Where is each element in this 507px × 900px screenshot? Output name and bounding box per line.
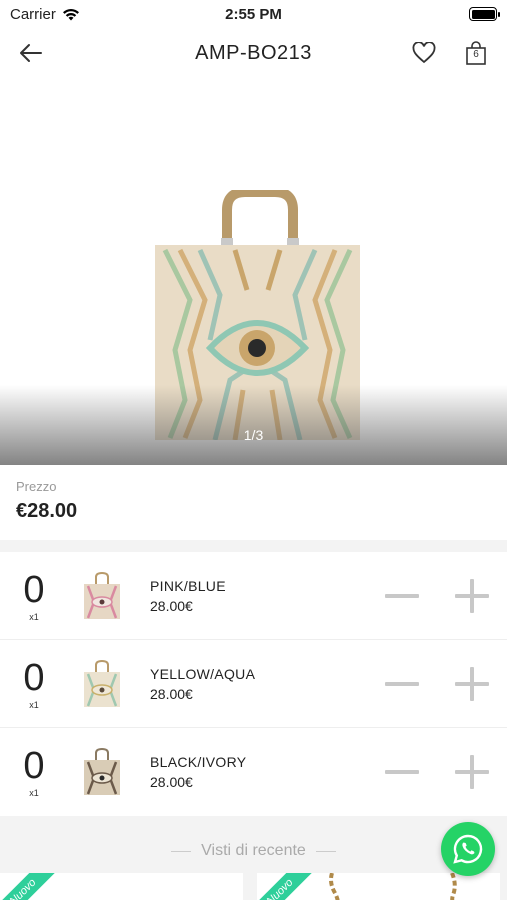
variant-thumbnail [84,571,120,619]
recent-product-card[interactable]: Nuovo [0,873,243,900]
variant-name: YELLOW/AQUA [150,665,256,682]
quantity-value: 0 [23,656,45,699]
variant-name: BLACK/IVORY [150,754,247,770]
increment-button[interactable] [455,666,489,701]
favorite-button[interactable] [409,38,439,68]
quantity-multiplier: x1 [29,699,39,710]
cart-count: 6 [473,49,479,60]
chain-strap-image [329,873,457,900]
variant-row: 0 x1 YELLOW/AQUA 28.00€ [0,640,507,728]
back-button[interactable] [16,38,46,68]
header-line-right [315,850,336,852]
status-bar: Carrier 2:55 PM [0,0,507,28]
price-section: Prezzo €28.00 [0,465,507,540]
variant-info: PINK/BLUE 28.00€ [150,578,385,614]
quantity-display: 0 x1 [0,658,68,710]
wifi-icon [62,8,79,20]
new-badge: Nuovo [0,873,62,900]
recently-viewed-section: Visti di recente Nuovo Nuovo [0,816,507,900]
increment-button[interactable] [455,755,489,789]
variant-row: 0 x1 BLACK/IVORY 28.00€ [0,728,507,816]
variant-info: YELLOW/AQUA 28.00€ [150,666,385,702]
quantity-value: 0 [23,745,45,787]
quantity-stepper [385,755,489,789]
variant-name: PINK/BLUE [150,577,226,594]
variant-info: BLACK/IVORY 28.00€ [150,754,385,790]
status-left: Carrier [10,6,80,23]
decrement-button[interactable] [385,579,419,613]
recently-viewed-header: Visti di recente [0,842,507,860]
price-value: €28.00 [16,500,78,522]
decrement-button[interactable] [385,667,419,701]
cart-button[interactable]: 6 [461,38,491,68]
gallery-page-indicator: 1/3 [243,427,264,443]
decrement-button[interactable] [385,755,419,789]
variant-thumbnail [84,659,120,707]
variant-thumbnail [84,748,120,795]
carrier-label: Carrier [10,5,56,23]
variant-price: 28.00€ [150,597,193,614]
whatsapp-button[interactable] [441,822,495,876]
quantity-value: 0 [23,568,45,611]
whatsapp-icon [453,834,483,864]
header-line-left [171,850,192,852]
battery-icon [469,7,500,21]
section-divider [0,540,507,552]
product-gallery[interactable]: 1/3 [0,80,507,465]
price-label: Prezzo [16,479,57,494]
quantity-multiplier: x1 [29,611,39,622]
recently-viewed-title: Visti di recente [201,842,306,859]
variant-price: 28.00€ [150,685,193,702]
variant-price: 28.00€ [150,774,193,790]
nav-actions: 6 [409,38,491,68]
variant-list: 0 x1 PINK/BLUE 28.00€ 0 x1 YELLOW/AQUA 2… [0,552,507,816]
back-arrow-icon [20,44,42,62]
heart-icon [412,42,436,64]
quantity-display: 0 x1 [0,570,68,622]
quantity-display: 0 x1 [0,746,68,798]
nav-bar: AMP-BO213 6 [0,28,507,78]
quantity-multiplier: x1 [29,788,39,798]
quantity-stepper [385,578,489,613]
increment-button[interactable] [455,578,489,613]
recent-product-card[interactable]: Nuovo [257,873,500,900]
quantity-stepper [385,666,489,701]
variant-row: 0 x1 PINK/BLUE 28.00€ [0,552,507,640]
gallery-shade [0,385,507,465]
